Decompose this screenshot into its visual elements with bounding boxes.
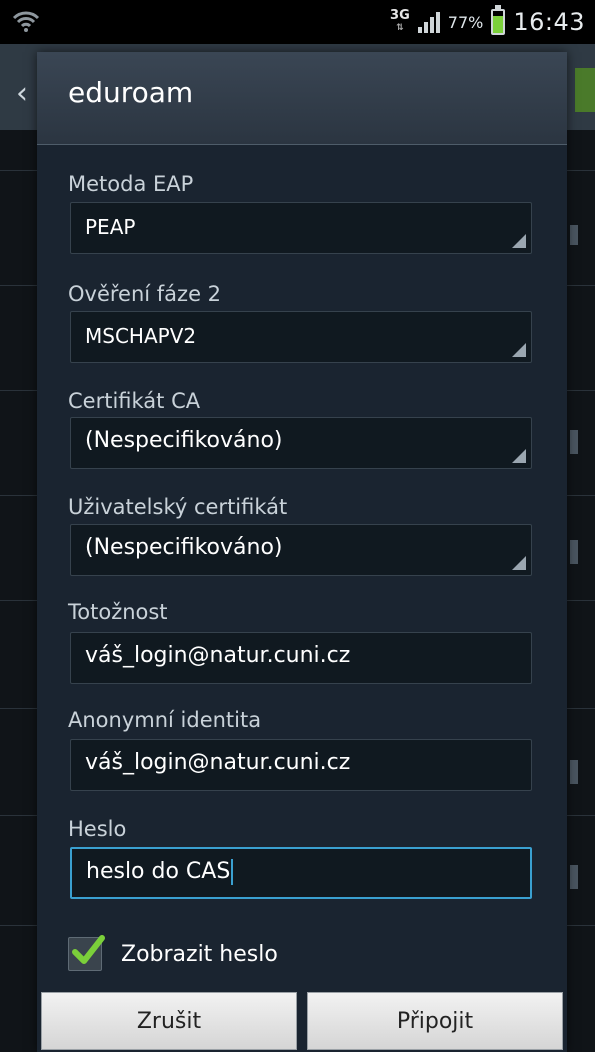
background-lock-icon (570, 865, 578, 889)
anon-identity-value: váš_login@natur.cuni.cz (85, 750, 351, 775)
anon-identity-label: Anonymní identita (68, 708, 262, 732)
battery-icon (491, 5, 506, 35)
eap-method-select[interactable]: PEAP (70, 202, 532, 254)
eap-method-value: PEAP (85, 215, 136, 239)
user-cert-label: Uživatelský certifikát (68, 495, 288, 519)
back-icon: ‹ (16, 76, 28, 111)
password-input[interactable]: heslo do CAS (70, 847, 532, 899)
background-toggle (575, 68, 595, 112)
signal-icon (417, 11, 440, 33)
show-password-row[interactable]: Zobrazit heslo (68, 934, 278, 974)
check-icon (72, 935, 105, 964)
dialog-button-bar: Zrušit Připojit (37, 984, 567, 1052)
identity-value: váš_login@natur.cuni.cz (85, 643, 351, 668)
background-lock-icon (570, 540, 578, 564)
show-password-checkbox[interactable] (68, 935, 105, 971)
dialog-header: eduroam (37, 52, 567, 145)
eap-method-label: Metoda EAP (68, 172, 194, 196)
identity-label: Totožnost (68, 600, 168, 624)
phase2-value: MSCHAPV2 (85, 324, 197, 348)
show-password-label: Zobrazit heslo (121, 941, 278, 967)
dropdown-arrow-icon (512, 234, 526, 248)
ca-cert-label: Certifikát CA (68, 389, 201, 413)
ca-cert-value: (Nespecifikováno) (85, 428, 283, 453)
dropdown-arrow-icon (512, 343, 526, 357)
password-label: Heslo (68, 817, 127, 841)
battery-percent: 77% (447, 12, 484, 32)
user-cert-value: (Nespecifikováno) (85, 535, 283, 560)
ca-cert-select[interactable]: (Nespecifikováno) (70, 417, 532, 469)
dropdown-arrow-icon (512, 449, 526, 463)
status-bar: 3G ⇅ 77% 16:43 (0, 0, 595, 44)
wifi-config-dialog: eduroam Metoda EAP PEAP Ověření fáze 2 M… (37, 52, 567, 1052)
user-cert-select[interactable]: (Nespecifikováno) (70, 524, 532, 576)
wifi-icon (12, 11, 40, 32)
identity-input[interactable]: váš_login@natur.cuni.cz (70, 632, 532, 684)
background-lock-icon (570, 225, 578, 245)
connect-button[interactable]: Připojit (307, 992, 563, 1050)
network-type-indicator: 3G ⇅ (390, 8, 410, 33)
background-lock-icon (570, 430, 578, 454)
anon-identity-input[interactable]: váš_login@natur.cuni.cz (70, 739, 532, 791)
cancel-button[interactable]: Zrušit (41, 992, 297, 1050)
clock: 16:43 (513, 8, 585, 36)
password-value: heslo do CAS (86, 859, 234, 885)
phase2-select[interactable]: MSCHAPV2 (70, 311, 532, 363)
battery-fill (493, 16, 504, 33)
dropdown-arrow-icon (512, 556, 526, 570)
dialog-title: eduroam (68, 76, 194, 109)
background-lock-icon (570, 760, 578, 784)
phase2-label: Ověření fáze 2 (68, 282, 222, 306)
